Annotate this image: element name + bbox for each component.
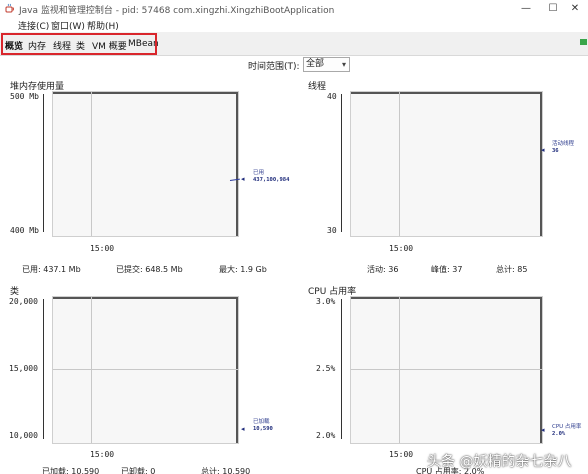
menu-bar: 连接(C) 窗口(W) 帮助(H) <box>0 17 588 32</box>
menu-help[interactable]: 帮助(H) <box>87 19 119 32</box>
threads-legend: 活动线程 36 <box>552 141 574 155</box>
threads-legend-name: 活动线程 <box>552 141 575 147</box>
threads-legend-value: 36 <box>552 148 559 154</box>
classes-y-axis <box>43 299 44 439</box>
time-range-value: 全部 <box>306 59 325 69</box>
classes-stat-total: 总计: 10,590 <box>201 467 251 474</box>
cpu-x-tick-label: 15:00 <box>389 450 414 459</box>
threads-grid-line <box>399 92 400 236</box>
classes-legend-name: 已加载 <box>253 419 270 425</box>
close-button[interactable]: ✕ <box>562 1 588 16</box>
heap-stat-committed: 已提交: 648.5 Mb <box>116 265 183 274</box>
threads-stat-peak: 峰值: 37 <box>431 265 463 274</box>
cpu-chart-plot <box>350 296 543 444</box>
classes-panel-title: 类 <box>10 287 20 297</box>
classes-panel: 类 20,000 15,000 10,000 15:00 ◂ 已加载 10,59… <box>8 284 293 474</box>
threads-x-tick-label: 15:00 <box>389 244 414 253</box>
classes-stat-loaded: 已加载: 10,590 <box>42 467 100 474</box>
cpu-y-axis <box>341 299 342 439</box>
classes-x-tick-label: 15:00 <box>90 450 115 459</box>
heap-chart-plot <box>52 91 239 237</box>
cpu-panel-title: CPU 占用率 <box>308 287 357 297</box>
heap-y-bottom-label: 400 Mb <box>10 226 39 235</box>
cpu-y-mid-label: 2.5% <box>316 364 336 373</box>
tabs-highlight-box <box>1 33 157 55</box>
classes-y-bottom-label: 10,000 <box>9 431 38 440</box>
threads-y-top-label: 40 <box>327 92 337 101</box>
cpu-legend-name: CPU 占用率 <box>552 424 582 430</box>
classes-grid-hline <box>53 369 238 370</box>
heap-stat-max: 最大: 1.9 Gb <box>219 265 267 274</box>
threads-legend-arrow-icon: ◂ <box>541 146 545 154</box>
window-title: Java 监视和管理控制台 - pid: 57468 com.xingzhi.X… <box>19 6 335 16</box>
menu-connection[interactable]: 连接(C) <box>18 19 49 32</box>
menu-window[interactable]: 窗口(W) <box>51 19 85 32</box>
heap-memory-panel: 堆内存使用量 500 Mb 400 Mb 15:00 ◂ 已用 437,100,… <box>8 78 293 276</box>
threads-panel-title: 线程 <box>308 82 327 92</box>
cpu-grid-line <box>399 297 400 443</box>
heap-y-axis <box>43 94 44 232</box>
cpu-y-bottom-label: 2.0% <box>316 431 336 440</box>
classes-legend: 已加载 10,590 <box>253 419 273 433</box>
heap-stat-used: 已用: 437.1 Mb <box>22 265 81 274</box>
cpu-legend-arrow-icon: ◂ <box>541 426 545 434</box>
threads-stat-live: 活动: 36 <box>367 265 399 274</box>
threads-panel: 线程 40 30 15:00 ◂ 活动线程 36 活动: 36 峰值: 37 总… <box>306 78 588 276</box>
classes-chart-plot <box>52 296 239 444</box>
heap-legend: 已用 437,100,984 <box>253 170 289 184</box>
java-cup-icon <box>5 3 14 13</box>
chevron-down-icon: ▾ <box>341 60 346 69</box>
cpu-usage-panel: CPU 占用率 3.0% 2.5% 2.0% 15:00 ◂ CPU 占用率 2… <box>306 284 588 474</box>
time-range-select[interactable]: 全部 ▾ <box>303 57 350 72</box>
cpu-legend-value: 2.0% <box>552 431 566 437</box>
minimize-button[interactable]: — <box>513 1 539 16</box>
classes-stat-unloaded: 已卸载: 0 <box>121 467 156 474</box>
heap-y-top-label: 500 Mb <box>10 92 39 101</box>
toolbar-status-icon <box>580 39 587 45</box>
title-bar: Java 监视和管理控制台 - pid: 57468 com.xingzhi.X… <box>0 0 588 17</box>
heap-legend-name: 已用 <box>253 170 265 176</box>
watermark-text: 头条 @妖精的杂七杂八 <box>427 454 572 470</box>
cpu-legend: CPU 占用率 2.0% <box>552 424 581 438</box>
cpu-grid-hline <box>351 369 542 370</box>
classes-y-top-label: 20,000 <box>9 297 38 306</box>
threads-y-bottom-label: 30 <box>327 226 337 235</box>
threads-stat-total: 总计: 85 <box>496 265 528 274</box>
threads-y-axis <box>341 94 342 232</box>
classes-legend-arrow-icon: ◂ <box>241 425 245 433</box>
heap-legend-arrow-icon: ◂ <box>241 175 245 183</box>
classes-y-mid-label: 15,000 <box>9 364 38 373</box>
heap-grid-line <box>91 92 92 236</box>
heap-legend-value: 437,100,984 <box>253 177 290 183</box>
classes-grid-line <box>91 297 92 443</box>
cpu-y-top-label: 3.0% <box>316 297 336 306</box>
time-range-label: 时间范围(T): <box>248 62 300 72</box>
threads-chart-plot <box>350 91 543 237</box>
classes-legend-value: 10,590 <box>253 426 273 432</box>
heap-x-tick-label: 15:00 <box>90 244 115 253</box>
